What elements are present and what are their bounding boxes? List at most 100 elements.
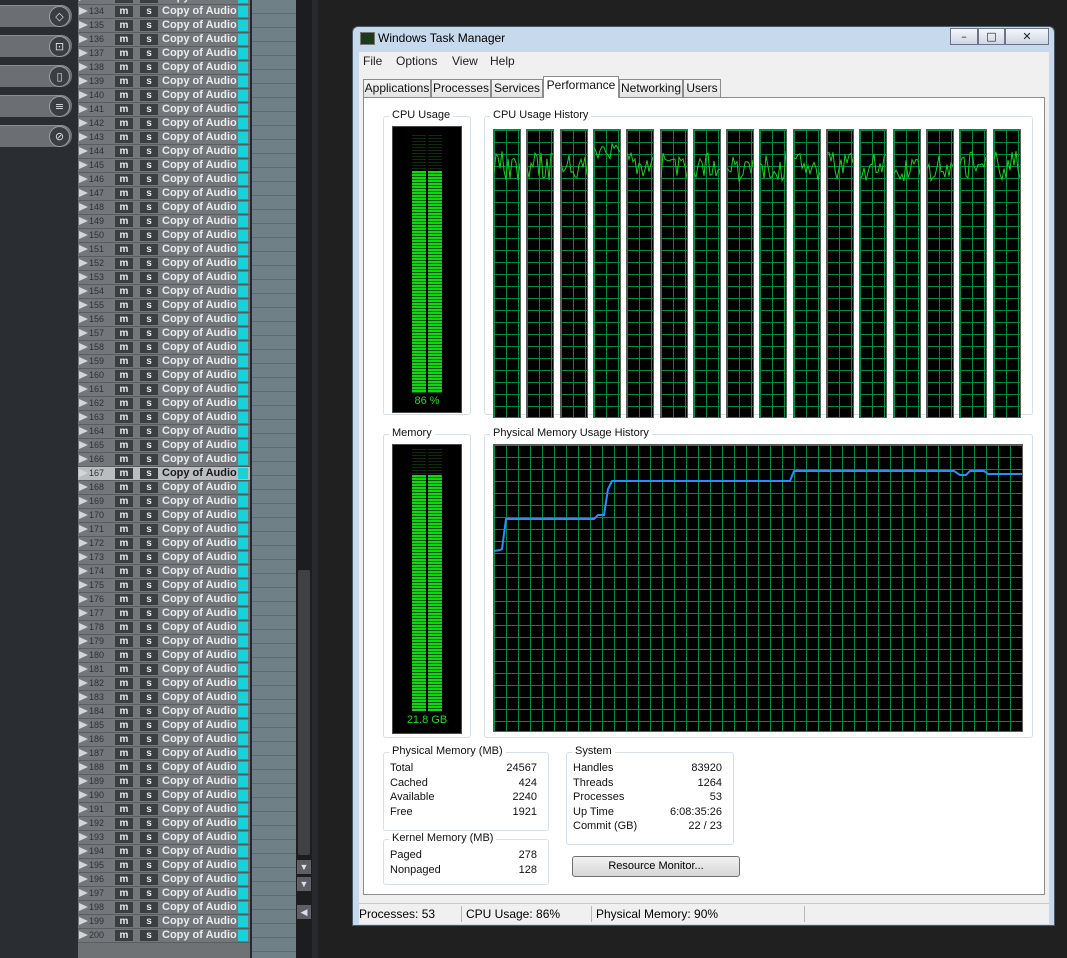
solo-button[interactable]: s bbox=[140, 328, 158, 339]
solo-button[interactable]: s bbox=[140, 398, 158, 409]
mute-button[interactable]: m bbox=[115, 146, 133, 157]
track-row[interactable]: 188 m s Copy of Audio bbox=[78, 761, 250, 775]
mute-button[interactable]: m bbox=[115, 692, 133, 703]
solo-button[interactable]: s bbox=[140, 76, 158, 87]
expand-triangle-icon[interactable] bbox=[79, 693, 88, 701]
expand-triangle-icon[interactable] bbox=[79, 567, 88, 575]
track-row[interactable]: 139 m s Copy of Audio bbox=[78, 75, 250, 89]
expand-triangle-icon[interactable] bbox=[79, 259, 88, 267]
mute-button[interactable]: m bbox=[115, 230, 133, 241]
expand-triangle-icon[interactable] bbox=[79, 707, 88, 715]
mute-button[interactable]: m bbox=[115, 706, 133, 717]
mute-button[interactable]: m bbox=[115, 6, 133, 17]
solo-button[interactable]: s bbox=[140, 412, 158, 423]
expand-triangle-icon[interactable] bbox=[79, 763, 88, 771]
expand-triangle-icon[interactable] bbox=[79, 189, 88, 197]
expand-triangle-icon[interactable] bbox=[79, 847, 88, 855]
solo-button[interactable]: s bbox=[140, 510, 158, 521]
solo-button[interactable]: s bbox=[140, 468, 158, 479]
tab-applications[interactable]: Applications bbox=[363, 79, 431, 97]
quick-control-3[interactable]: ▯ bbox=[0, 65, 72, 87]
expand-triangle-icon[interactable] bbox=[79, 777, 88, 785]
solo-button[interactable]: s bbox=[140, 300, 158, 311]
solo-button[interactable]: s bbox=[140, 538, 158, 549]
solo-button[interactable]: s bbox=[140, 314, 158, 325]
expand-triangle-icon[interactable] bbox=[79, 805, 88, 813]
expand-triangle-icon[interactable] bbox=[79, 833, 88, 841]
solo-button[interactable]: s bbox=[140, 804, 158, 815]
track-row[interactable]: 192 m s Copy of Audio bbox=[78, 817, 250, 831]
tab-users[interactable]: Users bbox=[683, 79, 721, 97]
track-row[interactable]: 140 m s Copy of Audio bbox=[78, 89, 250, 103]
expand-triangle-icon[interactable] bbox=[79, 819, 88, 827]
mute-button[interactable]: m bbox=[115, 482, 133, 493]
mute-button[interactable]: m bbox=[115, 300, 133, 311]
mute-button[interactable]: m bbox=[115, 734, 133, 745]
mute-button[interactable]: m bbox=[115, 594, 133, 605]
solo-button[interactable]: s bbox=[140, 720, 158, 731]
track-row[interactable]: 170 m s Copy of Audio bbox=[78, 509, 250, 523]
solo-button[interactable]: s bbox=[140, 384, 158, 395]
solo-button[interactable]: s bbox=[140, 832, 158, 843]
track-row[interactable]: 179 m s Copy of Audio bbox=[78, 635, 250, 649]
solo-button[interactable]: s bbox=[140, 286, 158, 297]
solo-button[interactable]: s bbox=[140, 216, 158, 227]
track-row[interactable]: 176 m s Copy of Audio bbox=[78, 593, 250, 607]
expand-triangle-icon[interactable] bbox=[79, 245, 88, 253]
mute-button[interactable]: m bbox=[115, 860, 133, 871]
expand-triangle-icon[interactable] bbox=[79, 637, 88, 645]
expand-triangle-icon[interactable] bbox=[79, 315, 88, 323]
solo-button[interactable]: s bbox=[140, 650, 158, 661]
mute-button[interactable]: m bbox=[115, 874, 133, 885]
solo-button[interactable]: s bbox=[140, 636, 158, 647]
title-bar[interactable]: Windows Task Manager – □ ✕ bbox=[353, 27, 1054, 51]
solo-button[interactable]: s bbox=[140, 692, 158, 703]
quick-control-5[interactable]: ⊘ bbox=[0, 125, 72, 147]
mute-button[interactable]: m bbox=[115, 118, 133, 129]
scroll-down-icon[interactable]: ▼ bbox=[297, 860, 311, 874]
mute-button[interactable]: m bbox=[115, 748, 133, 759]
mute-button[interactable]: m bbox=[115, 804, 133, 815]
quick-control-4[interactable]: ≡ bbox=[0, 95, 72, 117]
mute-button[interactable]: m bbox=[115, 48, 133, 59]
mute-button[interactable]: m bbox=[115, 398, 133, 409]
track-row[interactable]: 196 m s Copy of Audio bbox=[78, 873, 250, 887]
solo-button[interactable]: s bbox=[140, 762, 158, 773]
mute-button[interactable]: m bbox=[115, 468, 133, 479]
solo-button[interactable]: s bbox=[140, 426, 158, 437]
track-row[interactable]: 145 m s Copy of Audio bbox=[78, 159, 250, 173]
track-row[interactable]: 147 m s Copy of Audio bbox=[78, 187, 250, 201]
mute-button[interactable]: m bbox=[115, 356, 133, 367]
track-row[interactable]: 161 m s Copy of Audio bbox=[78, 383, 250, 397]
mute-button[interactable]: m bbox=[115, 174, 133, 185]
menu-view[interactable]: View bbox=[452, 54, 478, 68]
track-row[interactable]: 186 m s Copy of Audio bbox=[78, 733, 250, 747]
expand-triangle-icon[interactable] bbox=[79, 511, 88, 519]
expand-triangle-icon[interactable] bbox=[79, 595, 88, 603]
expand-triangle-icon[interactable] bbox=[79, 497, 88, 505]
solo-button[interactable]: s bbox=[140, 62, 158, 73]
solo-button[interactable]: s bbox=[140, 342, 158, 353]
solo-button[interactable]: s bbox=[140, 146, 158, 157]
solo-button[interactable]: s bbox=[140, 818, 158, 829]
mute-button[interactable]: m bbox=[115, 202, 133, 213]
tab-processes[interactable]: Processes bbox=[431, 79, 491, 97]
solo-button[interactable]: s bbox=[140, 482, 158, 493]
mute-button[interactable]: m bbox=[115, 524, 133, 535]
expand-triangle-icon[interactable] bbox=[79, 665, 88, 673]
menu-file[interactable]: File bbox=[363, 54, 382, 68]
mute-button[interactable]: m bbox=[115, 762, 133, 773]
expand-triangle-icon[interactable] bbox=[79, 581, 88, 589]
mute-button[interactable]: m bbox=[115, 916, 133, 927]
expand-triangle-icon[interactable] bbox=[79, 399, 88, 407]
solo-button[interactable]: s bbox=[140, 272, 158, 283]
solo-button[interactable]: s bbox=[140, 160, 158, 171]
solo-button[interactable]: s bbox=[140, 622, 158, 633]
solo-button[interactable]: s bbox=[140, 258, 158, 269]
solo-button[interactable]: s bbox=[140, 0, 158, 3]
mute-button[interactable]: m bbox=[115, 426, 133, 437]
resource-monitor-button[interactable]: Resource Monitor... bbox=[572, 856, 740, 877]
menu-options[interactable]: Options bbox=[396, 54, 437, 68]
track-row[interactable]: 183 m s Copy of Audio bbox=[78, 691, 250, 705]
mute-button[interactable]: m bbox=[115, 664, 133, 675]
